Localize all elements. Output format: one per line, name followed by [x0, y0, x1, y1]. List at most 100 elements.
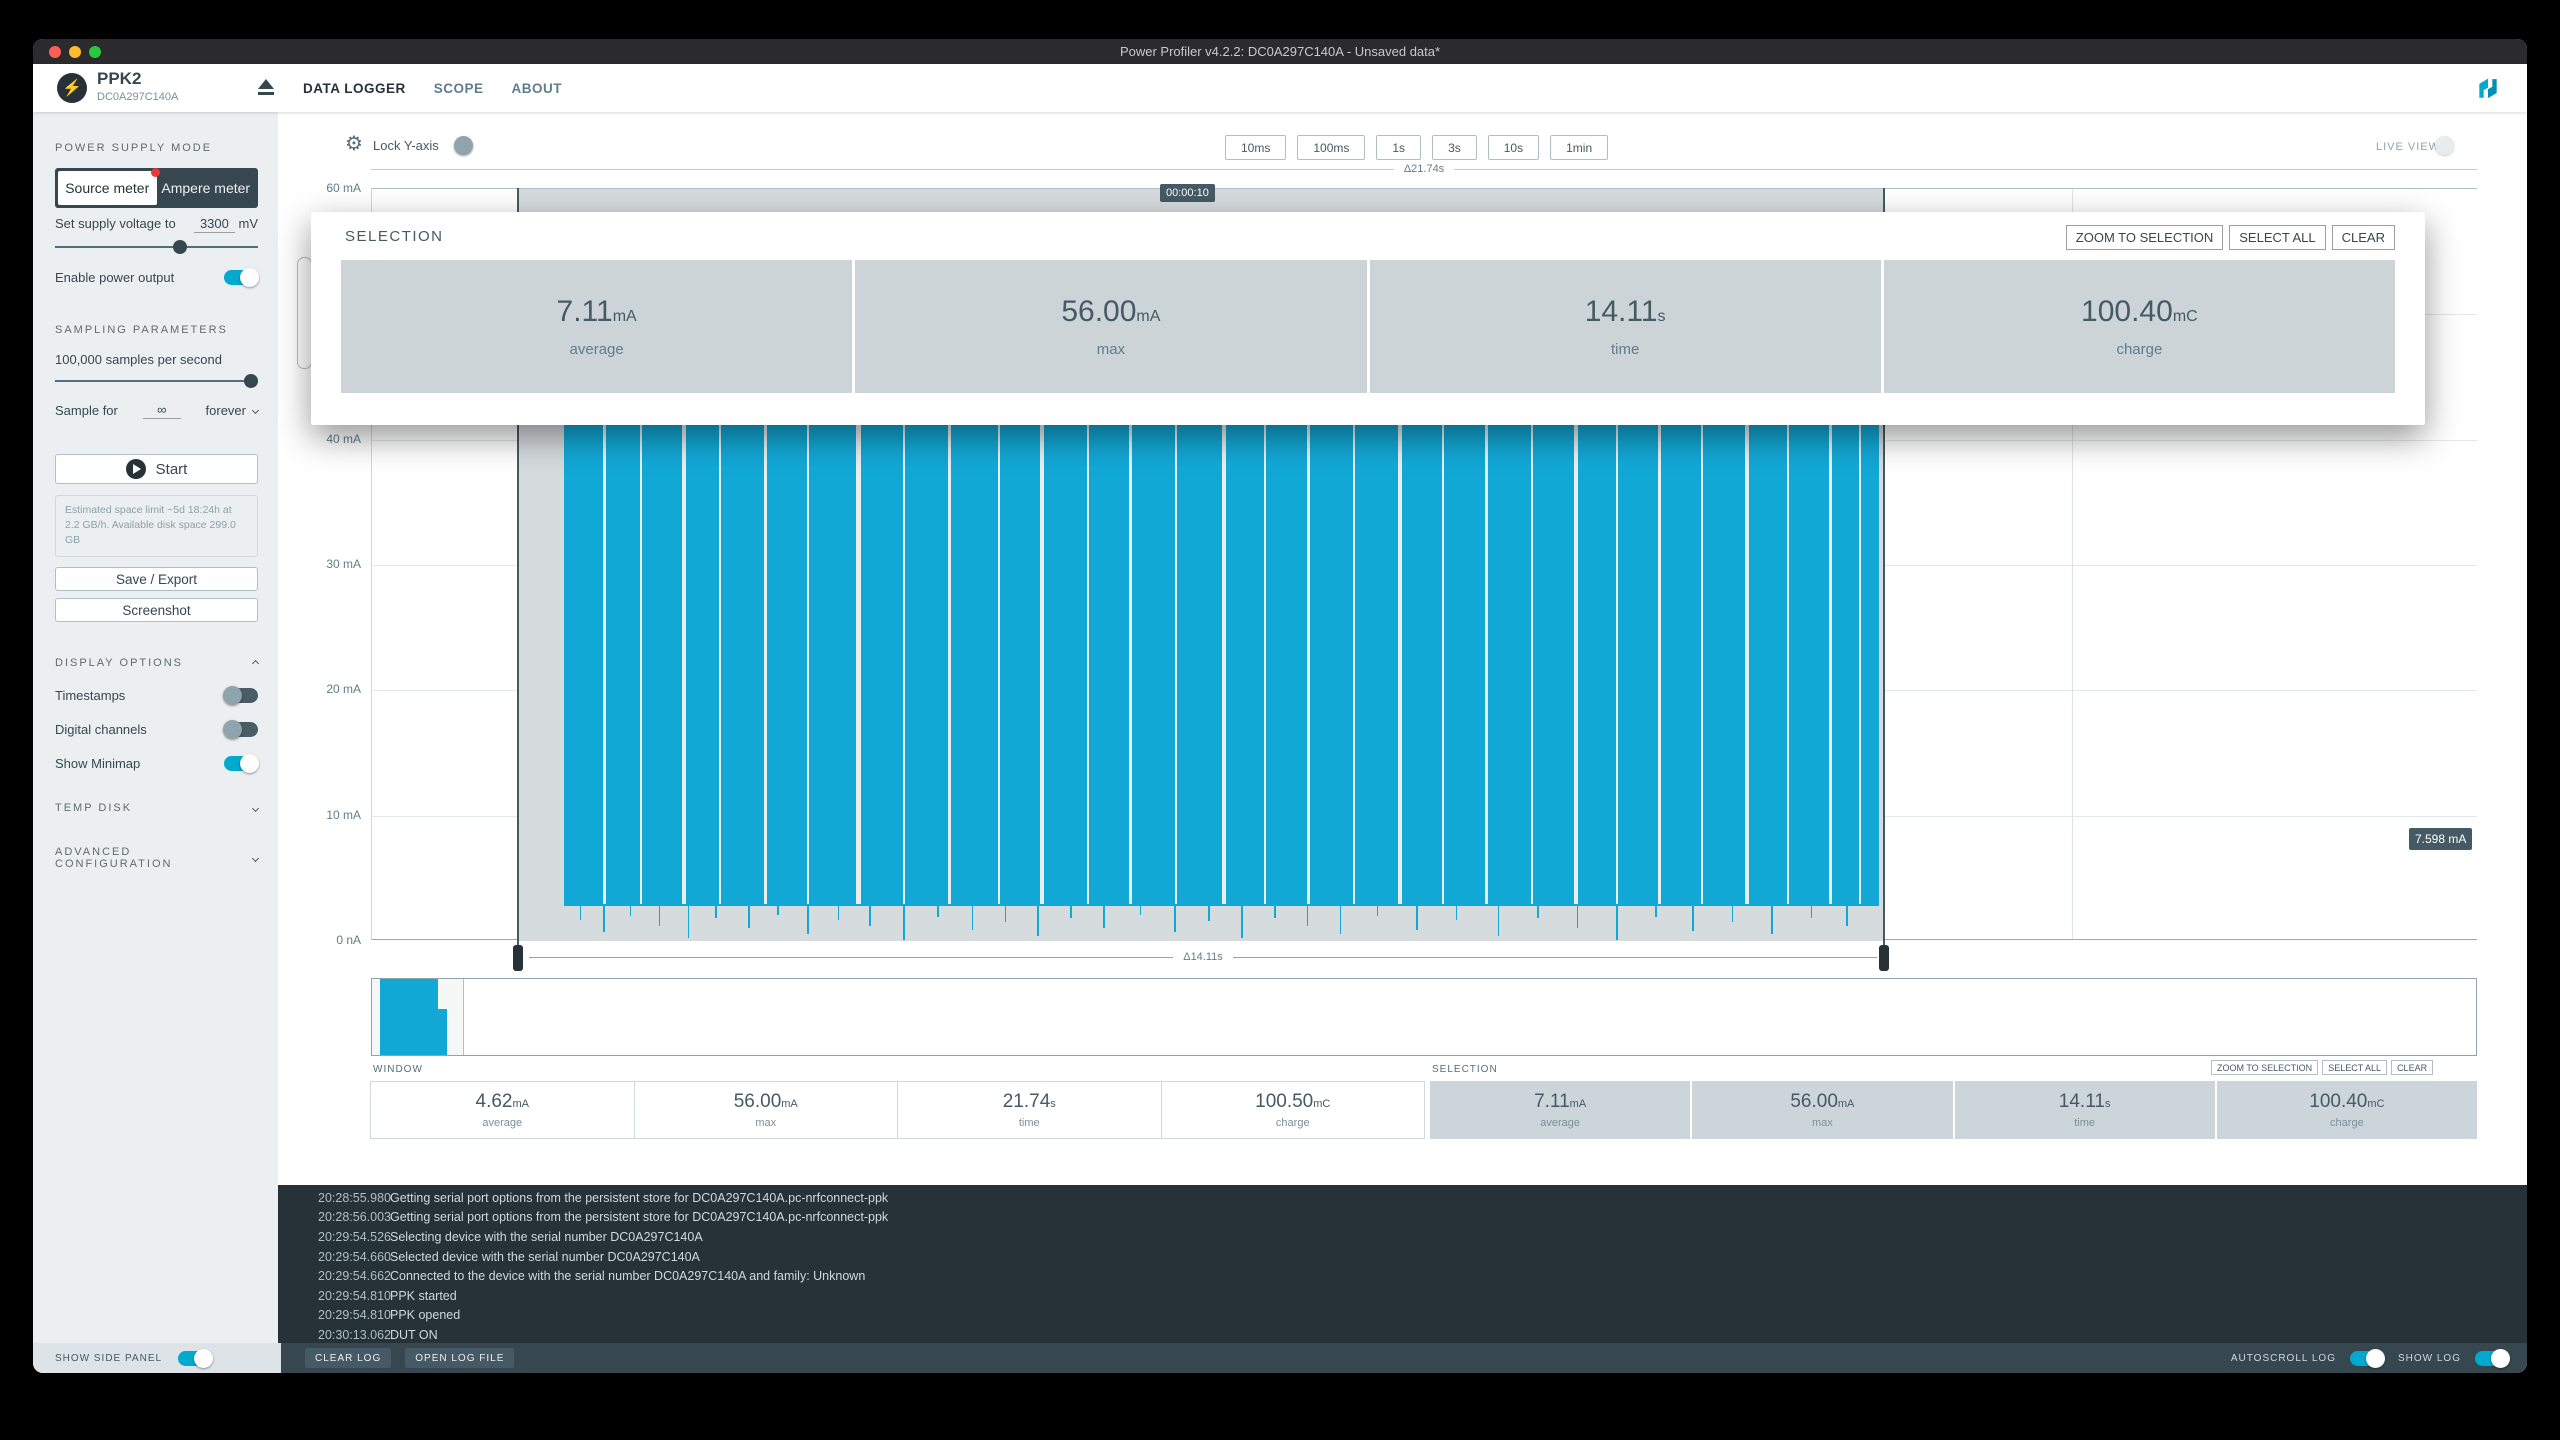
- source-meter-option[interactable]: Source meter: [58, 171, 157, 205]
- zoom-to-selection-mini-button[interactable]: ZOOM TO SELECTION: [2211, 1060, 2318, 1075]
- supply-voltage-slider[interactable]: [55, 240, 258, 254]
- baseline-spike: [1307, 906, 1309, 926]
- stat-average: 4.62mAaverage: [370, 1081, 635, 1139]
- footer-left: SHOW SIDE PANEL: [33, 1343, 281, 1373]
- baseline-spike: [603, 906, 605, 932]
- autoscroll-log-toggle[interactable]: [2350, 1351, 2384, 1366]
- chart-settings-gear-icon[interactable]: ⚙: [345, 131, 363, 156]
- minimize-window-button[interactable]: [69, 46, 81, 58]
- digital-channels-toggle[interactable]: [224, 722, 258, 737]
- time-window-button-10s[interactable]: 10s: [1488, 135, 1539, 160]
- zoom-to-selection-button[interactable]: ZOOM TO SELECTION: [2066, 225, 2223, 250]
- log-entry: 20:30:13.062DUT ON: [278, 1325, 2527, 1343]
- baseline-spike: [777, 906, 779, 915]
- log-panel[interactable]: 20:28:55.980Getting serial port options …: [278, 1185, 2527, 1343]
- stat-time: 21.74stime: [897, 1081, 1162, 1139]
- baseline-spike: [1692, 906, 1694, 931]
- stat-time: 14.11stime: [1955, 1081, 2215, 1139]
- clear-log-button[interactable]: CLEAR LOG: [305, 1348, 391, 1368]
- supply-voltage-label: Set supply voltage to: [55, 216, 176, 231]
- baseline-spike: [659, 906, 661, 926]
- screen: Power Profiler v4.2.2: DC0A297C140A - Un…: [0, 0, 2560, 1440]
- y-tick-label: 20 mA: [295, 682, 361, 696]
- y-tick-label: 30 mA: [295, 557, 361, 571]
- selection-right-handle[interactable]: [1879, 945, 1889, 971]
- select-all-button[interactable]: SELECT ALL: [2229, 225, 2325, 250]
- selection-mini-buttons: ZOOM TO SELECTION SELECT ALL CLEAR: [2211, 1060, 2433, 1075]
- y-tick-label: 0 nA: [295, 933, 361, 947]
- selection-overlay-panel: SELECTION ZOOM TO SELECTIONSELECT ALLCLE…: [311, 212, 2425, 425]
- stat-charge: 100.40mCcharge: [2217, 1081, 2477, 1139]
- baseline-spike: [1103, 906, 1105, 928]
- clear-button[interactable]: CLEAR: [2332, 225, 2395, 250]
- selection-stat-charge: 100.40mCcharge: [1884, 260, 2395, 393]
- footer-right: CLEAR LOG OPEN LOG FILE AUTOSCROLL LOG S…: [281, 1343, 2527, 1373]
- screenshot-button[interactable]: Screenshot: [55, 598, 258, 622]
- time-window-button-10ms[interactable]: 10ms: [1225, 135, 1286, 160]
- baseline-spike: [1846, 906, 1848, 926]
- baseline-spike: [1174, 906, 1176, 932]
- section-temp-disk[interactable]: TEMP DISK: [55, 802, 258, 814]
- chevron-down-icon: [252, 407, 259, 414]
- y-tick-label: 10 mA: [295, 808, 361, 822]
- show-minimap-toggle[interactable]: [224, 756, 258, 771]
- show-log-toggle[interactable]: [2475, 1351, 2509, 1366]
- log-entry: 20:29:54.810PPK started: [278, 1286, 2527, 1306]
- play-icon: [126, 459, 146, 479]
- open-log-file-button[interactable]: OPEN LOG FILE: [405, 1348, 514, 1368]
- sample-duration-input[interactable]: ∞: [143, 402, 181, 419]
- tab-about[interactable]: ABOUT: [512, 81, 563, 96]
- baseline-spike: [937, 906, 939, 917]
- maximize-window-button[interactable]: [89, 46, 101, 58]
- close-window-button[interactable]: [49, 46, 61, 58]
- sample-duration-row: Sample for ∞ forever: [55, 402, 258, 419]
- autoscroll-log-label: AUTOSCROLL LOG: [2231, 1353, 2336, 1364]
- tab-data-logger[interactable]: DATA LOGGER: [303, 81, 406, 96]
- log-entry: 20:29:54.810PPK opened: [278, 1306, 2527, 1326]
- time-cursor-chip: 00:00:10: [1160, 184, 1215, 202]
- ampere-meter-option[interactable]: Ampere meter: [157, 171, 256, 205]
- app-header: ⚡ PPK2 DC0A297C140A DATA LOGGER SCOPE AB…: [33, 64, 2527, 112]
- selection-left-handle[interactable]: [513, 945, 523, 971]
- enable-power-toggle[interactable]: [224, 270, 258, 285]
- baseline-spike: [1771, 906, 1773, 934]
- baseline-spike: [1655, 906, 1657, 917]
- window-title: Power Profiler v4.2.2: DC0A297C140A - Un…: [1120, 44, 1440, 59]
- time-window-button-3s[interactable]: 3s: [1432, 135, 1477, 160]
- power-mode-segmented-control: Source meter Ampere meter: [55, 168, 258, 208]
- enable-power-label: Enable power output: [55, 270, 174, 285]
- y-axis-zoom-slider[interactable]: [297, 257, 312, 369]
- minimap[interactable]: [371, 978, 2477, 1056]
- supply-voltage-input[interactable]: 3300: [194, 216, 235, 233]
- clear-mini-button[interactable]: CLEAR: [2391, 1060, 2433, 1075]
- ppk2-logo-icon: ⚡: [57, 73, 87, 103]
- section-power-supply-mode: POWER SUPPLY MODE: [55, 142, 258, 154]
- stat-charge: 100.50mCcharge: [1161, 1081, 1426, 1139]
- window-stats-title: WINDOW: [373, 1064, 423, 1075]
- selection-panel-stats: 7.11mAaverage56.00mAmax14.11stime100.40m…: [341, 260, 2395, 393]
- samples-per-second-slider[interactable]: [55, 374, 258, 388]
- baseline-spike: [972, 906, 974, 930]
- time-window-button-100ms[interactable]: 100ms: [1297, 135, 1365, 160]
- baseline-spike: [869, 906, 871, 926]
- eject-device-icon[interactable]: [255, 77, 277, 99]
- start-button[interactable]: Start: [55, 454, 258, 484]
- section-advanced-configuration[interactable]: ADVANCED CONFIGURATION: [55, 846, 258, 870]
- baseline-spike: [630, 906, 632, 916]
- time-window-button-1min[interactable]: 1min: [1550, 135, 1608, 160]
- select-all-mini-button[interactable]: SELECT ALL: [2322, 1060, 2387, 1075]
- time-window-button-1s[interactable]: 1s: [1376, 135, 1421, 160]
- sample-for-label: Sample for: [55, 403, 118, 418]
- baseline-spike: [1732, 906, 1734, 922]
- section-display-options[interactable]: DISPLAY OPTIONS: [55, 657, 258, 669]
- sample-duration-unit-select[interactable]: forever: [206, 403, 258, 418]
- timestamps-toggle[interactable]: [224, 688, 258, 703]
- device-serial: DC0A297C140A: [97, 91, 178, 103]
- supply-voltage-unit: mV: [239, 216, 259, 231]
- save-export-button[interactable]: Save / Export: [55, 567, 258, 591]
- show-side-panel-toggle[interactable]: [178, 1351, 212, 1366]
- tab-scope[interactable]: SCOPE: [434, 81, 484, 96]
- selection-panel-buttons: ZOOM TO SELECTIONSELECT ALL CLEAR: [2066, 225, 2395, 250]
- side-panel: POWER SUPPLY MODE Source meter Ampere me…: [33, 112, 278, 1343]
- minimap-window-edge[interactable]: [463, 979, 464, 1055]
